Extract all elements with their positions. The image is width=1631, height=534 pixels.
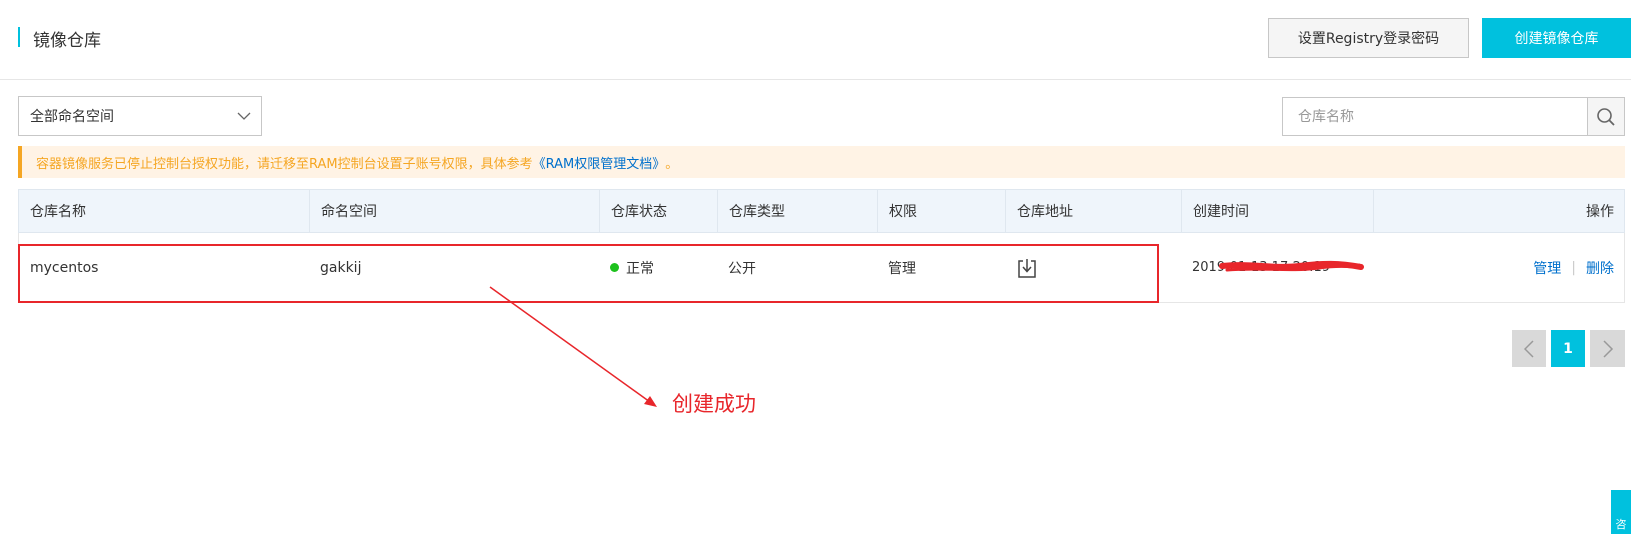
pagination-next-button[interactable] <box>1590 330 1625 367</box>
set-registry-password-button[interactable]: 设置Registry登录密码 <box>1268 18 1469 58</box>
ram-doc-link[interactable]: 《RAM权限管理文档》 <box>533 153 666 172</box>
annotation-highlight-box <box>18 244 1159 303</box>
column-header-created-time: 创建时间 <box>1181 190 1373 232</box>
column-header-namespace: 命名空间 <box>309 190 599 232</box>
notice-suffix: 。 <box>665 156 679 172</box>
pagination-prev-button[interactable] <box>1512 330 1546 367</box>
column-header-type: 仓库类型 <box>717 190 877 232</box>
actions-separator: | <box>1571 259 1576 276</box>
help-chat-widget[interactable]: 咨 <box>1611 490 1631 534</box>
ram-migration-notice: 容器镜像服务已停止控制台授权功能，请迁移至RAM控制台设置子账号权限，具体参考 … <box>18 146 1625 178</box>
title-accent-bar <box>18 27 20 47</box>
column-header-status: 仓库状态 <box>599 190 717 232</box>
column-header-name: 仓库名称 <box>30 204 86 220</box>
column-header-permission: 权限 <box>877 190 1005 232</box>
table-header: 仓库名称 命名空间 仓库状态 仓库类型 权限 仓库地址 创建时间 操作 <box>18 189 1625 233</box>
namespace-select[interactable]: 全部命名空间 <box>18 96 262 136</box>
column-header-address: 仓库地址 <box>1005 190 1181 232</box>
chevron-left-icon <box>1523 339 1534 358</box>
delete-link[interactable]: 删除 <box>1586 258 1614 278</box>
repository-search-input[interactable] <box>1282 97 1587 136</box>
create-repository-button[interactable]: 创建镜像仓库 <box>1482 18 1631 58</box>
notice-text: 容器镜像服务已停止控制台授权功能，请迁移至RAM控制台设置子账号权限，具体参考 <box>36 156 533 172</box>
page-title: 镜像仓库 <box>33 31 101 51</box>
search-button[interactable] <box>1587 97 1625 136</box>
manage-link[interactable]: 管理 <box>1533 258 1561 278</box>
page-header: 镜像仓库 设置Registry登录密码 创建镜像仓库 <box>0 0 1631 80</box>
search-icon <box>1597 107 1615 126</box>
redaction-scribble <box>1219 260 1364 272</box>
help-widget-text: 咨 <box>1615 518 1627 531</box>
chevron-down-icon <box>237 112 251 120</box>
column-header-actions: 操作 <box>1373 190 1624 232</box>
pagination-page-1[interactable]: 1 <box>1551 330 1585 367</box>
actions-cell: 管理 | 删除 <box>1373 233 1624 302</box>
annotation-label: 创建成功 <box>672 392 756 416</box>
chevron-right-icon <box>1602 339 1613 358</box>
namespace-select-value: 全部命名空间 <box>30 109 114 125</box>
